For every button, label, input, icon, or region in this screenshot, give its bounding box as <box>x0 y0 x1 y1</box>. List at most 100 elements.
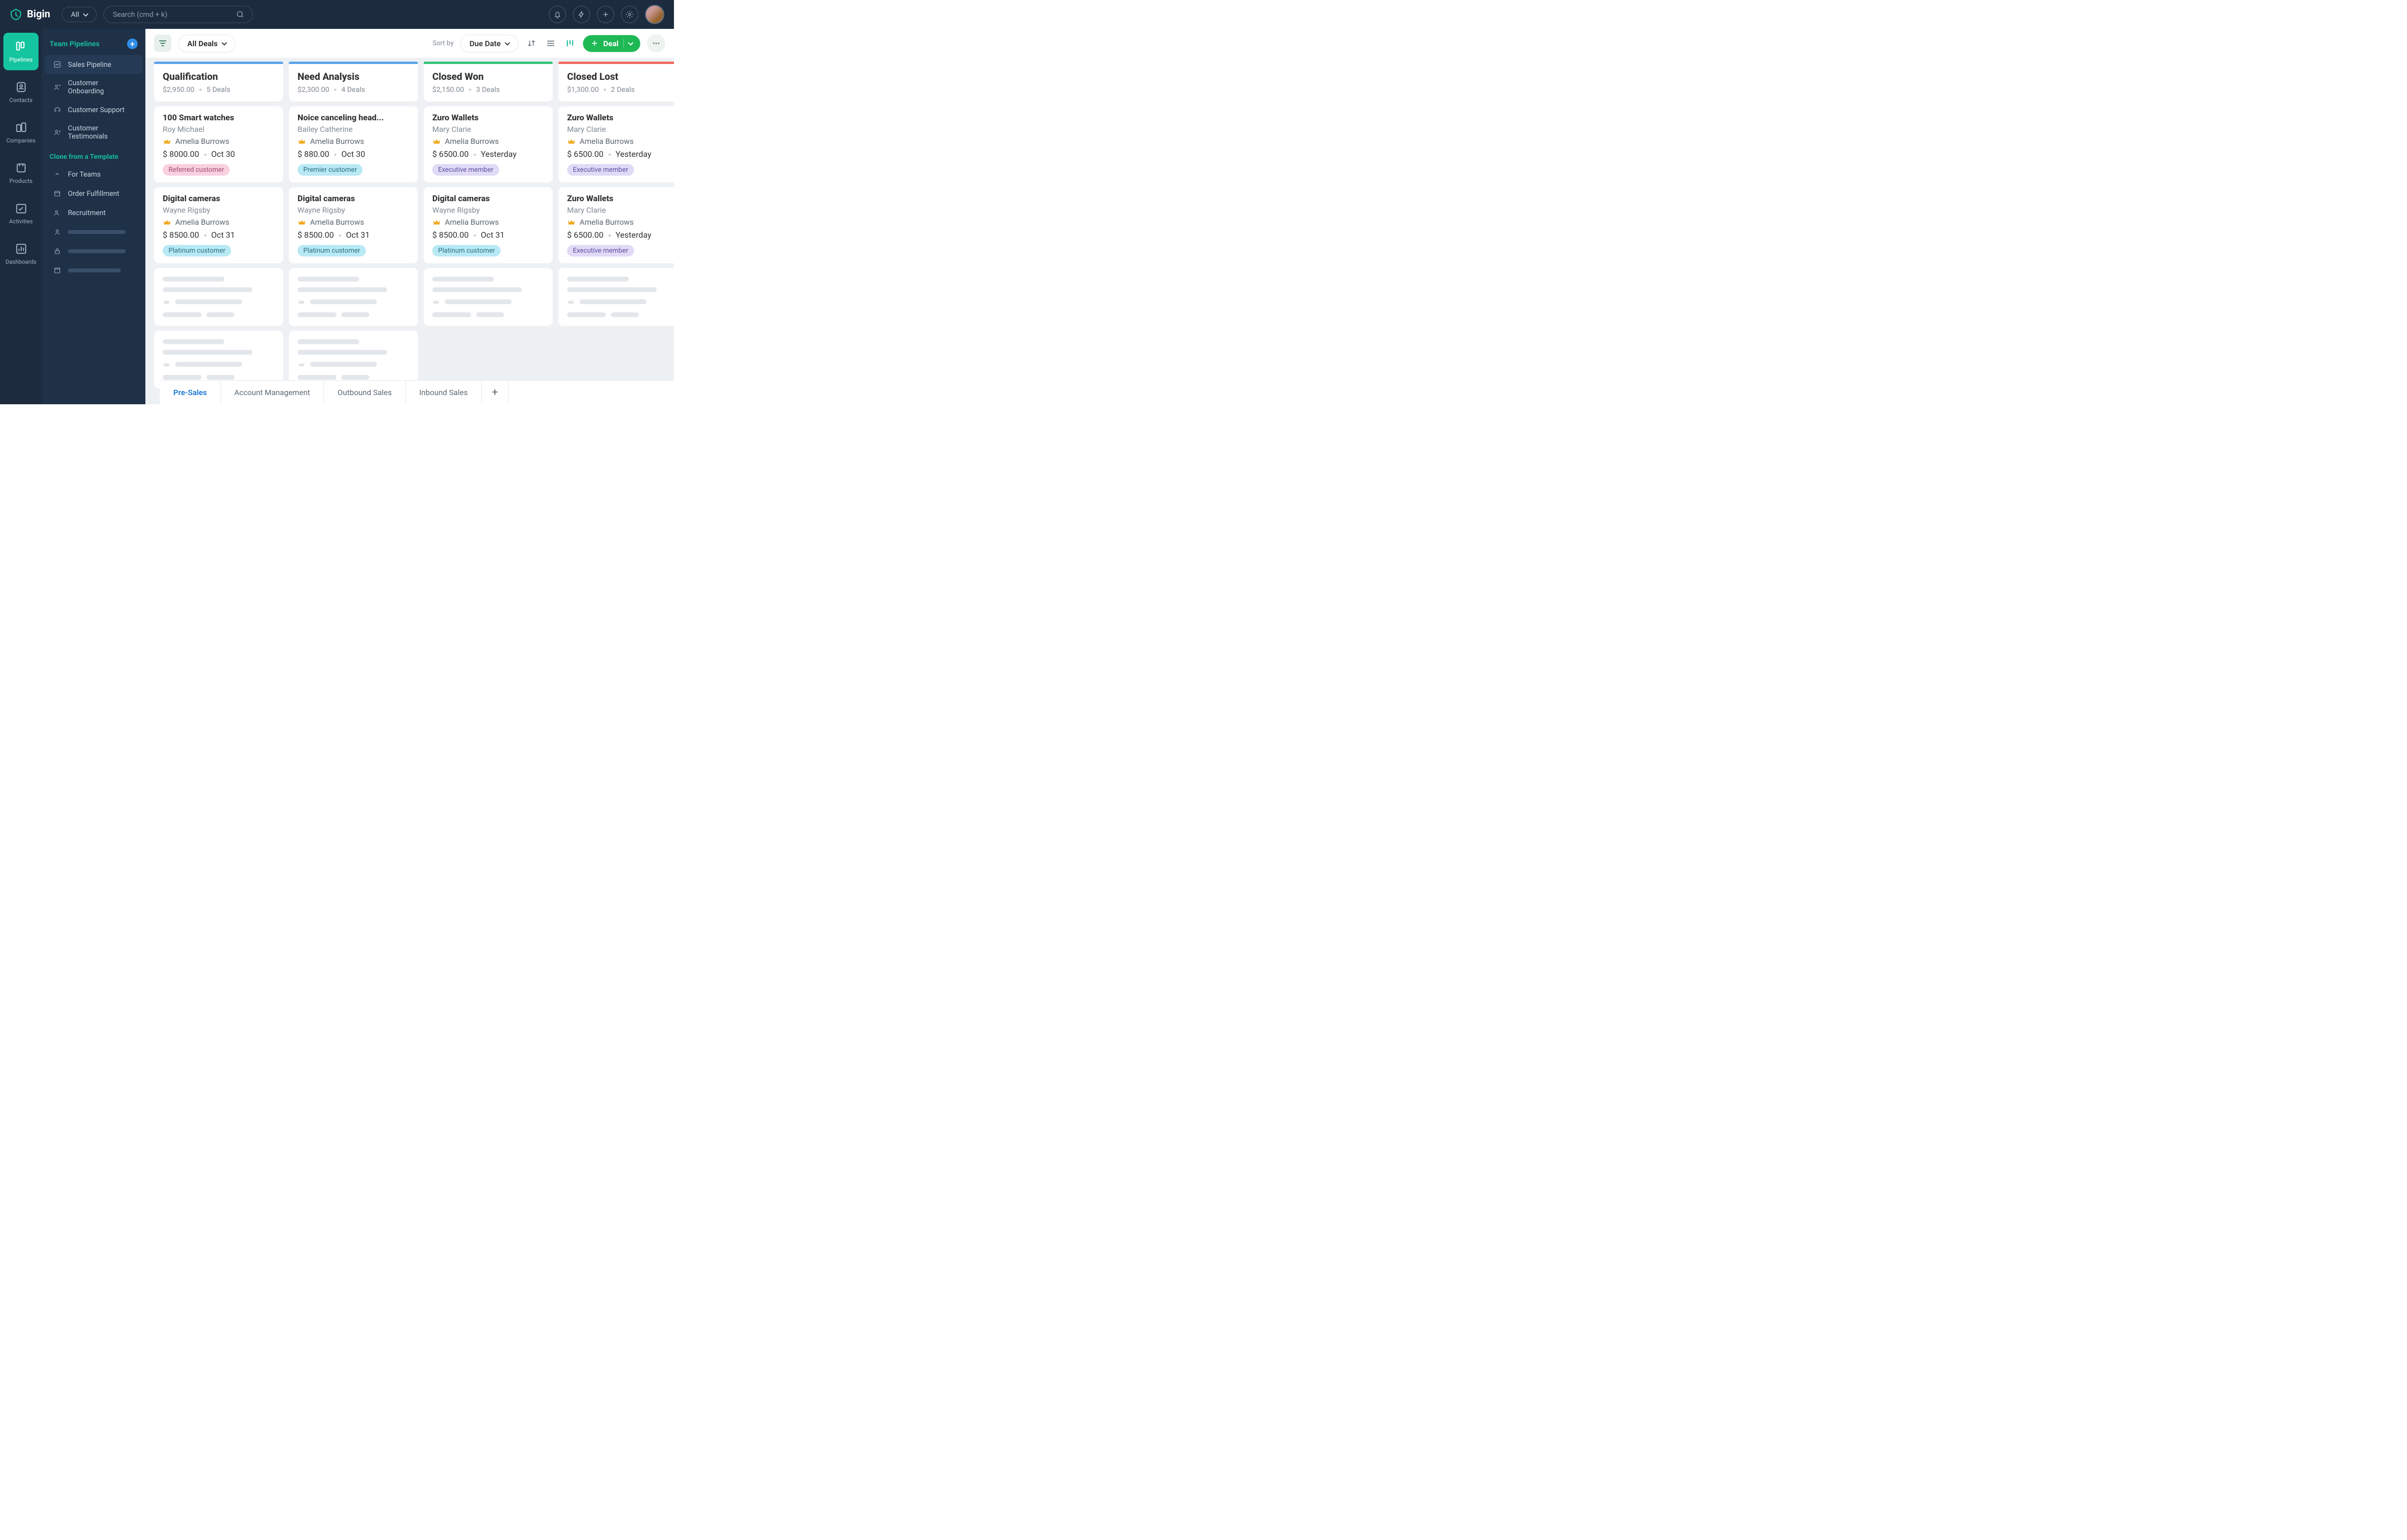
nav-companies[interactable]: Companies <box>3 114 39 151</box>
sidebar-placeholder-3[interactable] <box>45 261 142 280</box>
nav-label: Products <box>9 178 32 184</box>
deal-card[interactable]: 100 Smart watches Roy Michael Amelia Bur… <box>154 106 283 182</box>
deal-amount: $ 6500.00 <box>567 150 604 159</box>
column-count: 3 Deals <box>476 85 500 94</box>
deal-card[interactable]: Noice canceling head... Bailey Catherine… <box>289 106 418 182</box>
deal-title: Zuro Wallets <box>567 113 674 123</box>
sidebar: Team Pipelines + Sales Pipeline Customer… <box>42 29 145 404</box>
more-button[interactable] <box>647 34 665 52</box>
column-total: $2,150.00 <box>432 85 464 94</box>
top-actions <box>549 5 664 24</box>
sidebar-item-support[interactable]: Customer Support <box>45 100 142 119</box>
deal-due: Yesterday <box>481 150 517 159</box>
sidebar-item-testimonials[interactable]: Customer Testimonials <box>45 119 142 145</box>
sort-icon <box>526 38 537 49</box>
nav-products[interactable]: Products <box>3 154 39 192</box>
user-avatar[interactable] <box>645 5 664 24</box>
deal-card[interactable]: Digital cameras Wayne Rigsby Amelia Burr… <box>424 187 553 263</box>
sidebar-placeholder-1[interactable] <box>45 222 142 242</box>
deal-card[interactable]: Zuro Wallets Mary Clarie Amelia Burrows … <box>558 187 674 263</box>
deal-amount: $ 6500.00 <box>432 150 469 159</box>
scope-dropdown[interactable]: All <box>62 7 97 22</box>
sidebar-item-sales-pipeline[interactable]: Sales Pipeline <box>45 55 142 74</box>
column-name: Qualification <box>163 71 274 82</box>
sidebar-item-onboarding[interactable]: Customer Onboarding <box>45 74 142 100</box>
list-view-button[interactable] <box>544 37 557 50</box>
deal-owner: Amelia Burrows <box>580 218 634 227</box>
global-search[interactable] <box>104 6 253 23</box>
sort-direction-button[interactable] <box>525 37 538 50</box>
deal-title: Zuro Wallets <box>567 194 674 204</box>
filter-icon <box>158 38 168 48</box>
add-pipeline-button[interactable]: + <box>127 38 138 49</box>
sort-dropdown[interactable]: Due Date <box>460 35 518 52</box>
dots-icon <box>651 38 661 48</box>
tab-label: Outbound Sales <box>337 388 392 397</box>
nav-label: Dashboards <box>5 258 36 265</box>
user-icon <box>52 227 62 237</box>
deal-due: Yesterday <box>616 150 651 159</box>
main: All Deals Sort by Due Date Deal <box>145 29 674 404</box>
tab-presales[interactable]: Pre-Sales <box>160 381 221 404</box>
column-header[interactable]: Closed Won $2,150.003 Deals <box>424 64 553 102</box>
search-icon <box>236 10 245 19</box>
plus-icon <box>601 10 610 19</box>
deal-contact: Wayne Rigsby <box>432 205 544 215</box>
deal-amount: $ 6500.00 <box>567 231 604 240</box>
tab-label: Inbound Sales <box>419 388 468 397</box>
nav-label: Activities <box>9 218 33 225</box>
column-header[interactable]: Need Analysis $2,300.004 Deals <box>289 64 418 102</box>
column-total: $2,950.00 <box>163 85 194 94</box>
deal-due: Yesterday <box>616 231 651 240</box>
tab-outbound[interactable]: Outbound Sales <box>324 381 406 404</box>
deal-contact: Wayne Rigsby <box>163 205 274 215</box>
new-deal-button[interactable]: Deal <box>583 35 640 52</box>
deal-tag: Platinum customer <box>163 245 231 257</box>
settings-button[interactable] <box>621 6 638 23</box>
sidebar-item-label: Recruitment <box>68 209 106 217</box>
quick-action-button[interactable] <box>573 6 590 23</box>
pipelines-icon <box>14 40 28 53</box>
kanban-view-button[interactable] <box>564 37 576 50</box>
deal-title: Digital cameras <box>432 194 544 204</box>
deal-card[interactable]: Digital cameras Wayne Rigsby Amelia Burr… <box>289 187 418 263</box>
filter-button[interactable] <box>154 35 171 52</box>
deal-owner: Amelia Burrows <box>175 137 229 146</box>
list-icon <box>545 38 556 49</box>
crown-icon <box>432 298 440 306</box>
column-count: 2 Deals <box>611 85 635 94</box>
tab-inbound[interactable]: Inbound Sales <box>406 381 482 404</box>
sidebar-clone-recruitment[interactable]: Recruitment <box>45 203 142 222</box>
crown-icon <box>298 360 305 368</box>
gear-icon <box>625 10 634 19</box>
nav-activities[interactable]: Activities <box>3 194 39 232</box>
deal-owner: Amelia Burrows <box>310 218 364 227</box>
add-button[interactable] <box>597 6 614 23</box>
column-header[interactable]: Closed Lost $1,300.002 Deals <box>558 64 674 102</box>
deal-card[interactable]: Digital cameras Wayne Rigsby Amelia Burr… <box>154 187 283 263</box>
deal-tag: Premier customer <box>298 164 362 176</box>
nav-contacts[interactable]: Contacts <box>3 73 39 111</box>
lock-icon <box>52 246 62 256</box>
column-header[interactable]: Qualification $2,950.005 Deals <box>154 64 283 102</box>
deal-card[interactable]: Zuro Wallets Mary Clarie Amelia Burrows … <box>424 106 553 182</box>
deal-card[interactable]: Zuro Wallets Mary Clarie Amelia Burrows … <box>558 106 674 182</box>
sidebar-placeholder-2[interactable] <box>45 242 142 261</box>
tab-account-mgmt[interactable]: Account Management <box>221 381 324 404</box>
crown-icon <box>432 137 441 146</box>
app-logo[interactable]: Bigin <box>10 8 50 21</box>
kanban-column: Need Analysis $2,300.004 Deals Noice can… <box>289 62 418 404</box>
deal-card-skeleton <box>154 268 283 326</box>
nav-pipelines[interactable]: Pipelines <box>3 33 39 70</box>
tab-label: Pre-Sales <box>173 388 207 397</box>
chevron-down-icon <box>222 40 227 45</box>
search-input[interactable] <box>112 10 236 19</box>
notifications-button[interactable] <box>549 6 566 23</box>
deals-filter-dropdown[interactable]: All Deals <box>178 35 235 52</box>
nav-dashboards[interactable]: Dashboards <box>3 235 39 272</box>
user-search-icon <box>52 208 62 218</box>
add-tab-button[interactable]: + <box>482 381 509 404</box>
sidebar-clone-teams[interactable]: For Teams <box>45 165 142 184</box>
sidebar-clone-order[interactable]: Order Fulfillment <box>45 184 142 203</box>
deal-contact: Roy Michael <box>163 125 274 134</box>
